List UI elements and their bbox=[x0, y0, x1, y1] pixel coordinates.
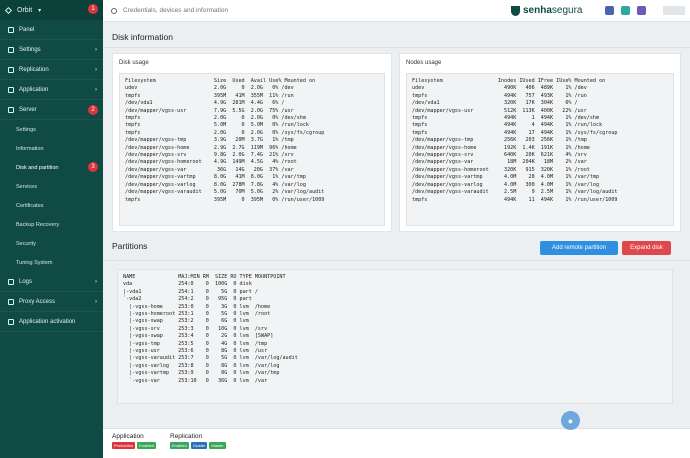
sidebar-title: Orbit bbox=[17, 6, 33, 14]
activation-icon bbox=[8, 318, 14, 325]
sidebar-subitem-label: Certificates bbox=[16, 202, 44, 209]
divider bbox=[103, 47, 690, 48]
replication-status-label: Replication bbox=[170, 433, 203, 440]
search-icon bbox=[111, 7, 117, 14]
sidebar-item-application[interactable]: Application › bbox=[0, 80, 103, 100]
chevron-down-icon[interactable]: ▾ bbox=[38, 7, 41, 14]
main-content: Disk information Disk usage Filesystem S… bbox=[103, 22, 690, 458]
annotation-badge-1: 1 bbox=[88, 4, 98, 14]
shield-icon bbox=[511, 5, 520, 16]
sidebar-subitem-label: Information bbox=[16, 145, 44, 152]
status-badge: Enabled bbox=[170, 442, 189, 449]
sidebar-item-label: Proxy Access bbox=[19, 298, 56, 305]
sidebar-subitem-security[interactable]: Security bbox=[0, 234, 103, 253]
sidebar-item-replication[interactable]: Replication › bbox=[0, 60, 103, 80]
sidebar-item-label: Server bbox=[19, 106, 37, 113]
status-badge: Production bbox=[112, 442, 136, 449]
user-menu[interactable] bbox=[663, 6, 685, 15]
disk-usage-panel: Disk usage Filesystem Size Used Avail Us… bbox=[112, 53, 392, 232]
annotation-badge-3: 3 bbox=[88, 162, 98, 172]
nodes-usage-panel: Nodes usage Filesystem Inodes IUsed IFre… bbox=[399, 53, 681, 232]
home-icon[interactable] bbox=[605, 6, 614, 15]
sidebar: Orbit ▾ 1 Panel Settings › Replication ›… bbox=[0, 0, 103, 458]
sidebar-item-settings[interactable]: Settings › bbox=[0, 40, 103, 60]
sidebar-item-server[interactable]: Server 2 bbox=[0, 100, 103, 120]
sidebar-subitem-label: Settings bbox=[16, 126, 36, 133]
sidebar-subitem-label: Tuning System bbox=[16, 259, 53, 266]
apps-icon[interactable] bbox=[637, 6, 646, 15]
sidebar-item-label: Logs bbox=[19, 278, 33, 285]
add-remote-partition-button[interactable]: Add remote partition bbox=[540, 241, 618, 255]
sidebar-subitem-backup-recovery[interactable]: Backup Recovery bbox=[0, 215, 103, 234]
sidebar-item-label: Settings bbox=[19, 46, 41, 53]
chevron-right-icon: › bbox=[95, 86, 97, 93]
sidebar-subitem-information[interactable]: Information bbox=[0, 139, 103, 158]
panel-icon bbox=[8, 26, 14, 33]
application-icon bbox=[8, 86, 14, 93]
status-badge: Master bbox=[209, 442, 226, 449]
brand-logo: senha segura bbox=[511, 5, 582, 16]
sidebar-item-label: Application bbox=[19, 86, 49, 93]
sidebar-subitem-label: Security bbox=[16, 240, 36, 247]
orbit-logo-icon bbox=[4, 6, 13, 14]
sidebar-subitem-settings[interactable]: Settings bbox=[0, 120, 103, 139]
sidebar-subitem-label: Backup Recovery bbox=[16, 221, 60, 228]
chevron-right-icon: › bbox=[95, 278, 97, 285]
gear-icon bbox=[8, 46, 14, 53]
sidebar-item-label: Panel bbox=[19, 26, 35, 33]
sidebar-item-logs[interactable]: Logs › bbox=[0, 272, 103, 292]
replication-icon bbox=[8, 66, 14, 73]
divider bbox=[103, 260, 690, 261]
sidebar-item-panel[interactable]: Panel bbox=[0, 20, 103, 40]
sidebar-subitem-certificates[interactable]: Certificates bbox=[0, 196, 103, 215]
server-icon bbox=[8, 106, 14, 113]
disk-usage-output: Filesystem Size Used Avail Use% Mounted … bbox=[119, 73, 385, 226]
chevron-right-icon: › bbox=[95, 46, 97, 53]
add-icon[interactable] bbox=[621, 6, 630, 15]
lightbulb-icon[interactable]: ● bbox=[561, 411, 580, 430]
application-status: Application Production Enabled bbox=[112, 433, 156, 449]
search-input[interactable] bbox=[123, 7, 363, 14]
status-badge: Enabled bbox=[137, 442, 156, 449]
partitions-title: Partitions bbox=[112, 241, 148, 251]
disk-information-title: Disk information bbox=[112, 32, 173, 42]
sidebar-item-label: Replication bbox=[19, 66, 49, 73]
sidebar-subitem-label: Disk and partition bbox=[16, 164, 59, 171]
proxy-icon bbox=[8, 298, 14, 305]
nodes-usage-output: Filesystem Inodes IUsed IFree IUse% Moun… bbox=[406, 73, 674, 226]
sidebar-item-application-activation[interactable]: Application activation bbox=[0, 312, 103, 332]
topbar: senhasegura bbox=[103, 0, 690, 22]
annotation-badge-2: 2 bbox=[88, 105, 98, 115]
sidebar-header[interactable]: Orbit ▾ 1 bbox=[0, 0, 103, 20]
chevron-right-icon: › bbox=[95, 66, 97, 73]
application-status-label: Application bbox=[112, 433, 144, 440]
logs-icon bbox=[8, 278, 14, 285]
sidebar-subitem-services[interactable]: Services bbox=[0, 177, 103, 196]
sidebar-subitem-label: Services bbox=[16, 183, 38, 190]
chevron-right-icon: › bbox=[95, 298, 97, 305]
footer-status: Application Production Enabled Replicati… bbox=[103, 428, 690, 458]
nodes-usage-title: Nodes usage bbox=[406, 60, 442, 66]
sidebar-subitem-tuning-system[interactable]: Tuning System bbox=[0, 253, 103, 272]
partitions-output: NAME MAJ:MIN RM SIZE RO TYPE MOUNTPOINT … bbox=[117, 269, 673, 404]
status-badge: Cluster bbox=[190, 442, 208, 449]
brand-bold: senha bbox=[523, 5, 552, 16]
disk-usage-title: Disk usage bbox=[119, 60, 149, 66]
sidebar-subitem-disk-and-partition[interactable]: Disk and partition 3 bbox=[0, 158, 103, 177]
sidebar-item-label: Application activation bbox=[19, 318, 76, 325]
sidebar-item-proxy-access[interactable]: Proxy Access › bbox=[0, 292, 103, 312]
brand-light: segura bbox=[551, 5, 583, 16]
replication-status: Replication Enabled Cluster Master bbox=[170, 433, 226, 449]
expand-disk-button[interactable]: Expand disk bbox=[622, 241, 671, 255]
